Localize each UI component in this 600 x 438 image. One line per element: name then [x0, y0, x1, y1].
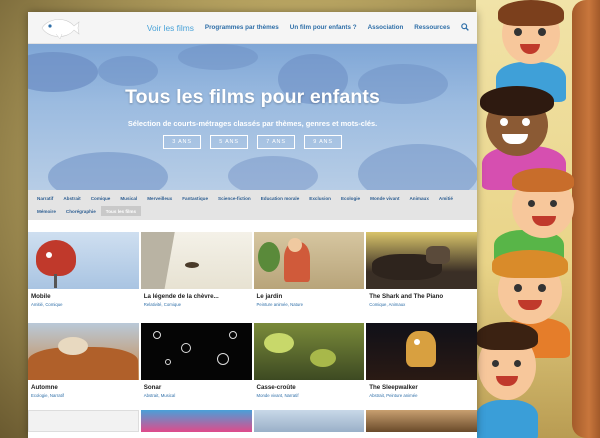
film-title[interactable]: La légende de la chèvre... — [144, 293, 252, 300]
tag-comique[interactable]: Comique — [86, 193, 116, 203]
tag-memoire[interactable]: Mémoire — [32, 206, 61, 216]
tag-merveilleux[interactable]: Merveilleux — [142, 193, 177, 203]
fish-logo[interactable] — [38, 15, 82, 41]
film-card[interactable]: Le jardin Peinture animée, Nature — [253, 232, 365, 319]
hero-banner: Tous les films pour enfants Sélection de… — [28, 44, 477, 190]
film-thumbnail[interactable] — [253, 323, 365, 380]
film-thumbnail[interactable] — [28, 410, 139, 432]
film-tags: Ecologie, Narratif — [31, 393, 64, 398]
nav-un-film-pour-enfants[interactable]: Un film pour enfants ? — [290, 24, 357, 31]
film-title[interactable]: Le jardin — [257, 293, 365, 300]
film-thumbnail[interactable] — [253, 232, 365, 289]
search-icon[interactable] — [461, 22, 469, 33]
film-thumbnail[interactable] — [140, 323, 252, 380]
film-thumbnail[interactable] — [366, 323, 477, 380]
film-tags: Monde vivant, Narratif — [256, 393, 299, 398]
top-navigation-bar: Voir les films Programmes par thèmes Un … — [28, 12, 477, 44]
film-card[interactable]: Casse-croûte Monde vivant, Narratif — [253, 323, 365, 410]
film-grid-row-1: Mobile Amitié, Comique La légende de la … — [28, 220, 477, 319]
age-filter-9[interactable]: 9 ANS — [304, 135, 342, 149]
film-card[interactable]: The Shark and The Piano Comique, Animaux — [366, 232, 477, 319]
film-grid-row-3 — [28, 410, 477, 432]
tag-ecologie[interactable]: Ecologie — [336, 193, 365, 203]
tag-tous-les-films[interactable]: Tous les films — [100, 206, 142, 216]
tag-science-fiction[interactable]: Science-fiction — [213, 193, 256, 203]
tag-exclusion[interactable]: Exclusion — [304, 193, 336, 203]
tag-abstrait[interactable]: Abstrait — [58, 193, 85, 203]
film-grid-row-2: Automne Ecologie, Narratif Sonar Abstrai… — [28, 319, 477, 410]
film-title[interactable]: Sonar — [144, 384, 252, 391]
tag-education-morale[interactable]: Education morale — [256, 193, 305, 203]
film-card[interactable]: La légende de la chèvre... Relativité, C… — [140, 232, 252, 319]
nav-association[interactable]: Association — [368, 24, 404, 31]
film-title[interactable]: The Shark and The Piano — [369, 293, 477, 300]
film-tags: Abstrait, Peinture animée — [369, 393, 418, 398]
film-tags: Amitié, Comique — [31, 302, 63, 307]
film-thumbnail[interactable] — [28, 323, 139, 380]
film-thumbnail[interactable] — [28, 232, 139, 289]
tag-monde-vivant[interactable]: Monde vivant — [365, 193, 404, 203]
tag-amitie[interactable]: Amitié — [434, 193, 458, 203]
tag-animaux[interactable]: Animaux — [404, 193, 433, 203]
film-thumbnail[interactable] — [366, 410, 477, 432]
film-tags: Relativité, Comique — [143, 302, 182, 307]
tag-choregraphie[interactable]: Chorégraphie — [61, 206, 101, 216]
tree-trunk — [572, 0, 600, 438]
film-card[interactable]: Automne Ecologie, Narratif — [28, 323, 139, 410]
page-subtitle: Sélection de courts-métrages classés par… — [127, 119, 378, 128]
age-filter-5[interactable]: 5 ANS — [210, 135, 248, 149]
age-filter-7[interactable]: 7 ANS — [257, 135, 295, 149]
film-card[interactable]: Sonar Abstrait, Musical — [140, 323, 252, 410]
page-title: Tous les films pour enfants — [125, 86, 380, 108]
film-title[interactable]: The Sleepwalker — [369, 384, 477, 391]
film-tags: Peinture animée, Nature — [256, 302, 304, 307]
film-card[interactable]: Mobile Amitié, Comique — [28, 232, 139, 319]
film-tags: Comique, Animaux — [369, 302, 406, 307]
film-thumbnail[interactable] — [140, 410, 252, 432]
tag-narratif[interactable]: Narratif — [32, 193, 58, 203]
age-filter-group: 3 ANS 5 ANS 7 ANS 9 ANS — [28, 135, 477, 149]
film-title[interactable]: Mobile — [31, 293, 139, 300]
age-filter-3[interactable]: 3 ANS — [163, 135, 201, 149]
film-card[interactable]: The Sleepwalker Abstrait, Peinture animé… — [366, 323, 477, 410]
nav-voir-les-films[interactable]: Voir les films — [147, 23, 194, 33]
film-title[interactable]: Automne — [31, 384, 139, 391]
film-title[interactable]: Casse-croûte — [257, 384, 365, 391]
film-thumbnail[interactable] — [253, 410, 365, 432]
nav-ressources[interactable]: Ressources — [414, 24, 450, 31]
film-thumbnail[interactable] — [140, 232, 252, 289]
nav-programmes-par-themes[interactable]: Programmes par thèmes — [205, 24, 279, 31]
film-thumbnail[interactable] — [366, 232, 477, 289]
cartoon-kids-illustration — [476, 0, 600, 438]
tag-musical[interactable]: Musical — [115, 193, 142, 203]
main-nav: Voir les films Programmes par thèmes Un … — [147, 23, 469, 33]
film-tags: Abstrait, Musical — [143, 393, 176, 398]
genre-tag-bar: Narratif Abstrait Comique Musical Mervei… — [28, 190, 477, 220]
website-window: Voir les films Programmes par thèmes Un … — [28, 12, 477, 438]
tag-fantastique[interactable]: Fantastique — [177, 193, 213, 203]
